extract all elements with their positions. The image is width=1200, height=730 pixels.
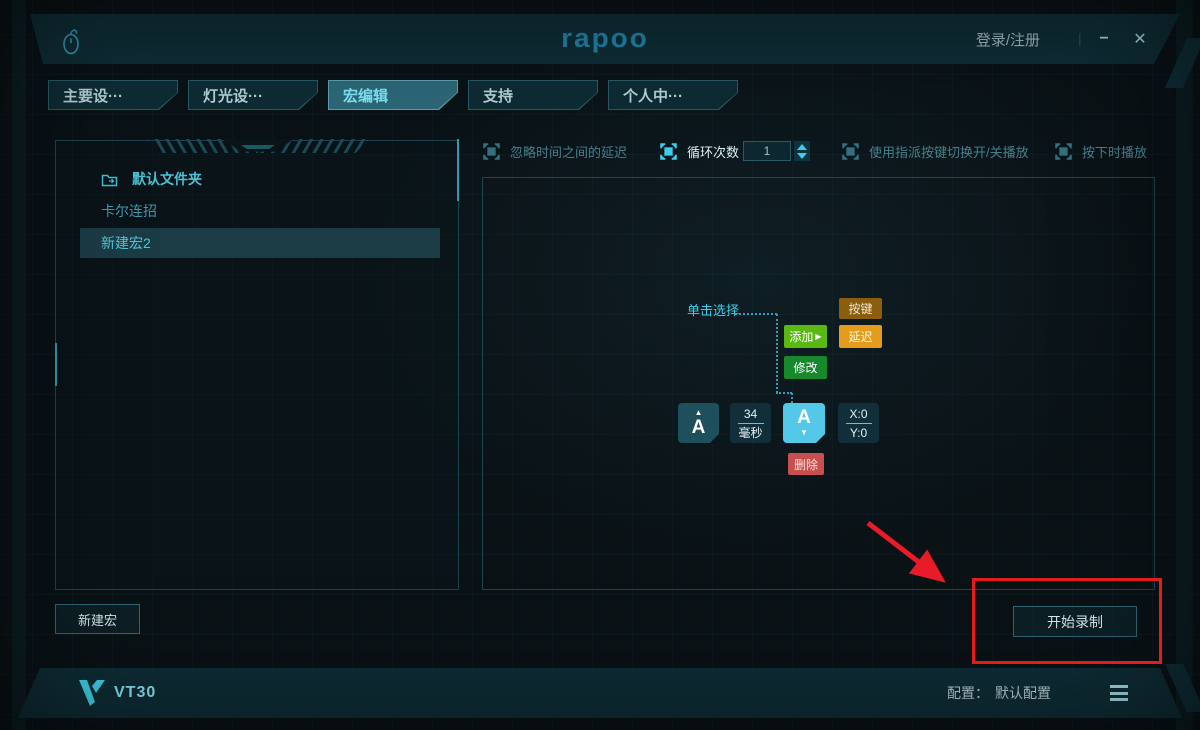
add-button[interactable]: 添加 ▶ <box>784 325 827 348</box>
tab-support-label: 支持 <box>469 81 597 109</box>
event-mouse-position[interactable]: X:0 Y:0 <box>838 403 879 443</box>
tab-personal-center-label: 个人中··· <box>609 81 737 109</box>
title-bar: rapoo 登录/注册 | − ✕ <box>30 14 1180 64</box>
device-name: VT30 <box>114 668 156 718</box>
hint-connector <box>735 313 777 315</box>
rapoo-logo: rapoo <box>561 23 649 54</box>
play-on-press-label: 按下时播放 <box>1082 142 1147 161</box>
event-key-letter: A <box>797 408 811 428</box>
macro-list-item-selected[interactable]: 新建宏2 <box>80 228 440 258</box>
left-decor-band <box>12 0 26 730</box>
corner-fold <box>816 434 825 443</box>
scroll-accent-left <box>55 343 57 386</box>
config-value: 默认配置 <box>995 683 1051 703</box>
event-delay[interactable]: 34 毫秒 <box>730 403 771 443</box>
minimize-button[interactable]: − <box>1092 14 1116 64</box>
tab-light-settings[interactable]: 灯光设··· <box>188 80 318 110</box>
modify-button[interactable]: 修改 <box>784 356 827 379</box>
status-bar: VT30 配置： 默认配置 <box>18 668 1182 718</box>
hint-connector <box>776 392 792 394</box>
close-button[interactable]: ✕ <box>1128 14 1152 64</box>
click-select-hint: 单击选择 <box>687 300 739 319</box>
new-macro-button[interactable]: 新建宏 <box>55 604 140 634</box>
event-key-letter: A <box>692 418 706 438</box>
corner-fold <box>710 434 719 443</box>
stepper-up-icon[interactable] <box>797 144 807 150</box>
delete-button[interactable]: 删除 <box>788 453 824 475</box>
tab-macro-editor-label: 宏编辑 <box>329 81 457 109</box>
tab-main-settings-label: 主要设··· <box>49 81 177 109</box>
checkbox-loop-count[interactable]: 循环次数 <box>660 140 739 162</box>
checkbox-icon <box>1055 143 1072 160</box>
panel-top-decor <box>142 139 374 153</box>
loop-count-stepper[interactable] <box>794 141 810 161</box>
window-separator: | <box>1078 30 1082 46</box>
play-arrow-icon: ▶ <box>815 332 821 341</box>
key-button[interactable]: 按键 <box>839 298 882 319</box>
tab-main-settings[interactable]: 主要设··· <box>48 80 178 110</box>
checkbox-toggle-play[interactable]: 使用指派按键切换开/关播放 <box>842 140 1029 162</box>
hint-connector <box>776 314 778 393</box>
scroll-accent-right[interactable] <box>457 139 459 201</box>
tab-personal-center[interactable]: 个人中··· <box>608 80 738 110</box>
divider <box>846 423 872 424</box>
event-key-up[interactable]: ▲ A <box>678 403 719 443</box>
event-key-down-selected[interactable]: A ▼ <box>783 403 825 443</box>
checkbox-icon <box>483 143 500 160</box>
loop-count-label: 循环次数 <box>687 142 739 161</box>
checkbox-ignore-delay[interactable]: 忽略时间之间的延迟 <box>483 140 627 162</box>
header-corner-decor <box>1165 38 1200 88</box>
toggle-play-label: 使用指派按键切换开/关播放 <box>869 142 1029 161</box>
loop-count-input[interactable] <box>743 141 791 161</box>
delay-unit: 毫秒 <box>738 427 762 439</box>
delay-value: 34 <box>744 408 757 420</box>
folder-icon <box>101 172 118 187</box>
mouse-x-value: X:0 <box>849 408 867 420</box>
folder-row-default[interactable]: 默认文件夹 <box>101 165 431 193</box>
checkbox-icon-checked <box>660 143 677 160</box>
config-label: 配置： <box>947 683 989 703</box>
delay-button[interactable]: 延迟 <box>839 325 882 348</box>
tab-support[interactable]: 支持 <box>468 80 598 110</box>
macro-list-panel: 默认文件夹 卡尔连招 新建宏2 <box>55 140 459 590</box>
tab-light-settings-label: 灯光设··· <box>189 81 317 109</box>
stepper-down-icon[interactable] <box>797 153 807 159</box>
ignore-delay-label: 忽略时间之间的延迟 <box>510 142 627 161</box>
divider <box>738 423 764 424</box>
config-status: 配置： 默认配置 <box>947 668 1051 718</box>
folder-label: 默认文件夹 <box>132 169 202 189</box>
right-decor-band <box>1176 0 1192 730</box>
hint-connector <box>791 393 793 403</box>
start-record-button[interactable]: 开始录制 <box>1013 606 1137 637</box>
checkbox-play-on-press[interactable]: 按下时播放 <box>1055 140 1147 162</box>
vt-logo-icon <box>78 679 106 707</box>
macro-list-item[interactable]: 卡尔连招 <box>80 196 440 226</box>
mouse-icon <box>60 26 86 56</box>
arrow-down-icon: ▼ <box>800 428 808 438</box>
menu-icon[interactable] <box>1110 685 1128 701</box>
macro-editor-canvas: 单击选择 添加 ▶ 修改 按键 延迟 删除 ▲ A 34 毫秒 A ▼ X:0 <box>482 177 1155 590</box>
checkbox-icon <box>842 143 859 160</box>
app-window: rapoo 登录/注册 | − ✕ 主要设··· 灯光设··· 宏编辑 支持 个… <box>0 0 1200 730</box>
tab-macro-editor[interactable]: 宏编辑 <box>328 80 458 110</box>
login-register-link[interactable]: 登录/注册 <box>976 14 1040 64</box>
mouse-y-value: Y:0 <box>850 427 867 439</box>
